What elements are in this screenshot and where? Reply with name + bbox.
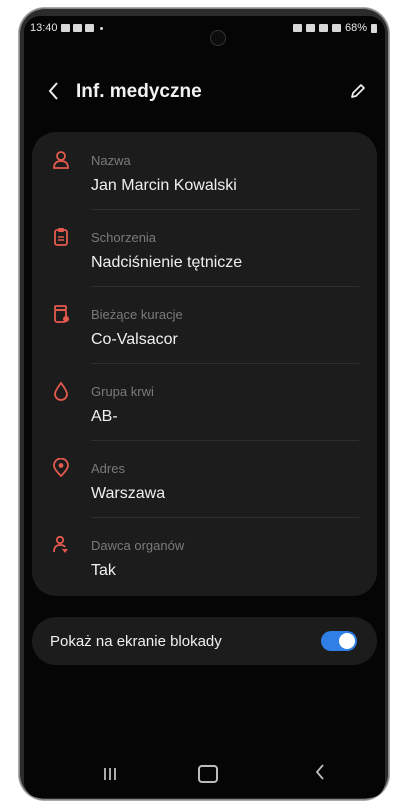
person-icon: [53, 151, 69, 169]
pill-bottle-icon: [54, 305, 69, 323]
field-label: Grupa krwi: [91, 384, 154, 399]
status-time: 13:40: [30, 22, 58, 34]
notification-icon: [72, 24, 82, 32]
back-button[interactable]: [42, 78, 66, 104]
field-value: Warszawa: [91, 485, 166, 502]
status-right: 68%: [292, 22, 377, 34]
field-conditions[interactable]: Schorzenia Nadciśnienie tętnicze: [32, 209, 377, 286]
location-pin-icon: [53, 458, 69, 478]
field-label: Adres: [91, 461, 125, 476]
battery-percentage: 68%: [344, 22, 367, 34]
lock-screen-toggle-label: Pokaż na ekranie blokady: [50, 633, 222, 650]
field-value: Nadciśnienie tętnicze: [91, 254, 243, 271]
field-medications[interactable]: Bieżące kuracje Co-Valsacor: [32, 286, 377, 363]
status-bar: 13:40 68%: [24, 16, 385, 42]
toggle-knob: [339, 633, 355, 649]
pencil-icon: [351, 84, 365, 98]
medical-info-card: Nazwa Jan Marcin Kowalski Schorzenia Nad…: [32, 132, 377, 596]
field-value: AB-: [91, 408, 118, 425]
status-left: 13:40: [30, 22, 103, 34]
page-title: Inf. medyczne: [76, 81, 202, 102]
field-value: Jan Marcin Kowalski: [91, 177, 237, 194]
field-label: Bieżące kuracje: [91, 307, 183, 322]
field-value: Co-Valsacor: [91, 331, 178, 348]
field-label: Schorzenia: [91, 230, 157, 245]
field-blood-type[interactable]: Grupa krwi AB-: [32, 363, 377, 440]
edit-button[interactable]: [347, 80, 369, 102]
blood-drop-icon: [54, 381, 68, 401]
front-camera: [210, 30, 226, 46]
field-address[interactable]: Adres Warszawa: [32, 440, 377, 517]
signal-icon: [331, 24, 341, 32]
lock-screen-toggle-row[interactable]: Pokaż na ekranie blokady: [32, 617, 377, 665]
home-button[interactable]: [198, 765, 218, 783]
field-value: Tak: [91, 562, 116, 579]
alarm-icon: [292, 24, 302, 32]
clipboard-icon: [54, 228, 68, 246]
app-bar: Inf. medyczne: [24, 74, 385, 114]
notification-icon: [60, 24, 70, 32]
notification-icon: [84, 24, 94, 32]
recent-apps-icon: [104, 768, 116, 780]
nav-back-button[interactable]: [312, 760, 328, 790]
bluetooth-icon: [305, 24, 315, 32]
battery-icon: [371, 23, 377, 33]
field-name[interactable]: Nazwa Jan Marcin Kowalski: [32, 132, 377, 209]
lock-screen-toggle-switch[interactable]: [321, 631, 357, 651]
more-notifications-icon: [99, 26, 103, 30]
navigation-bar: [24, 752, 385, 798]
wifi-icon: [318, 24, 328, 32]
nav-back-icon: [315, 764, 324, 780]
field-label: Nazwa: [91, 153, 131, 168]
chevron-left-icon: [48, 82, 58, 100]
recent-apps-button[interactable]: [100, 766, 120, 782]
organ-donor-icon: [53, 535, 68, 553]
field-organ-donor[interactable]: Dawca organów Tak: [32, 517, 377, 594]
screen: 13:40 68% Inf. medyczne Nazwa Jan Marcin…: [24, 16, 385, 798]
field-label: Dawca organów: [91, 538, 185, 553]
